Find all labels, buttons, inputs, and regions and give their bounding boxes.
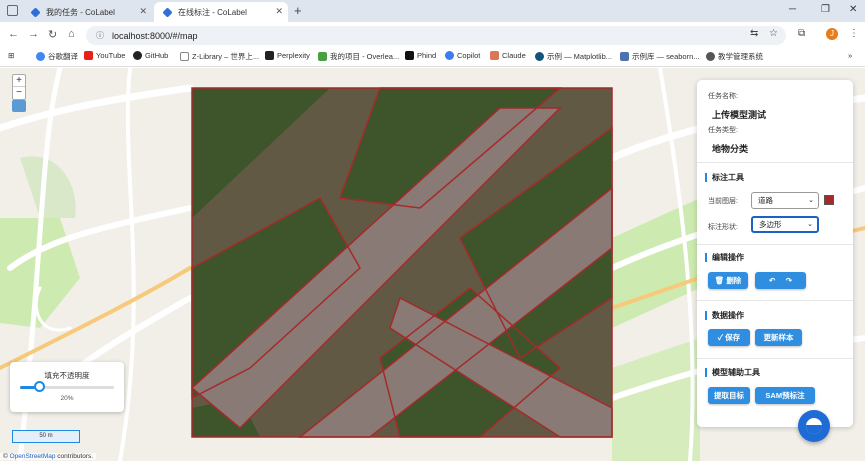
bookmark-item[interactable]: Z-Library – 世界上... [180,51,259,62]
task-name-label: 任务名称: [708,93,738,100]
close-window-icon[interactable]: ✕ [849,4,857,15]
bookmark-item[interactable]: 示例 — Matplotlib... [535,51,612,62]
tab-search-icon[interactable] [7,5,18,16]
tab-label: 我的任务 - CoLabel [46,7,115,17]
chevron-down-icon: ⌄ [808,197,814,204]
back-icon[interactable]: ← [8,28,19,40]
bookmark-item[interactable]: GitHub [133,51,168,60]
tools-title: 标注工具 [705,173,744,182]
osm-link[interactable]: OpenStreetMap [10,453,56,460]
layer-select[interactable]: 道路 ⌄ [751,192,819,209]
task-name: 上传模型测试 [712,110,767,120]
colabel-favicon-icon [162,7,173,18]
more-bookmarks-icon[interactable]: » [848,51,852,60]
redo-icon[interactable]: ↷ [786,276,792,285]
divider [697,244,853,245]
bookmarks-bar: ⊞ 谷歌翻译 YouTube GitHub Z-Library – 世界上...… [0,48,865,67]
zlibrary-icon [180,52,189,61]
bookmark-item[interactable]: Perplexity [265,51,310,60]
close-tab-icon[interactable]: ✕ [139,6,147,17]
draw-tool-icon[interactable] [12,100,26,112]
profile-avatar[interactable]: J [826,28,838,40]
close-tab-icon[interactable]: ✕ [275,6,283,17]
scale-bar: 50 m [12,430,80,443]
bookmark-item[interactable]: 教学管理系统 [706,51,763,62]
sam-preannotate-button[interactable]: SAM预标注 [755,387,815,404]
annotation-panel: 任务名称: 上传模型测试 任务类型: 地物分类 标注工具 当前图层: 道路 ⌄ 标… [697,80,853,427]
layer-select-value: 道路 [758,196,773,205]
data-title: 数据操作 [705,311,744,320]
tab-label: 在线标注 - CoLabel [178,7,247,17]
minimize-icon[interactable]: ─ [789,4,796,15]
school-icon [706,52,715,61]
tab-my-tasks[interactable]: 我的任务 - CoLabel ✕ [22,2,152,22]
check-icon: ✓ [717,333,724,342]
address-bar[interactable]: ⓘ localhost:8000/#/map [86,26,786,45]
bookmark-item[interactable]: 示例库 — seaborn... [620,51,700,62]
phind-icon [405,51,414,60]
opacity-slider-handle[interactable] [33,381,45,392]
bookmark-item[interactable]: 我的项目 - Overlea... [318,51,399,62]
copilot-icon [445,51,454,60]
bookmark-item[interactable]: 谷歌翻译 [36,51,78,62]
reload-icon[interactable]: ↻ [48,28,57,41]
floating-action-button[interactable] [798,410,830,442]
extensions-icon[interactable]: ⧉ [798,28,805,39]
colabel-favicon-icon [30,7,41,18]
apps-icon[interactable]: ⊞ [8,51,14,60]
assistant-icon [806,418,822,434]
forward-icon[interactable]: → [28,28,39,40]
perplexity-icon [265,51,274,60]
tab-online-annotation[interactable]: 在线标注 - CoLabel ✕ [154,2,288,22]
chevron-down-icon: ⌄ [807,221,813,228]
delete-button[interactable]: 🗑 删除 [708,272,748,289]
new-tab-icon[interactable]: + [294,3,302,18]
bookmark-item[interactable]: Copilot [445,51,480,60]
opacity-value: 20% [60,395,74,402]
matplotlib-icon [535,52,544,61]
opacity-title: 填充不透明度 [44,371,90,380]
divider [697,300,853,301]
edit-title: 编辑操作 [705,253,744,262]
map-attribution: © OpenStreetMap contributors. [0,453,97,460]
toolbar: ← → ↻ ⌂ ⓘ localhost:8000/#/map ⇆ ☆ ⧉ ⋮ [0,22,865,48]
restore-icon[interactable]: ❐ [821,4,830,15]
home-icon[interactable]: ⌂ [68,28,75,40]
url-text: localhost:8000/#/map [112,30,198,41]
update-sample-button[interactable]: 更新样本 [755,329,802,346]
zoom-out-button[interactable]: − [13,87,25,99]
bookmark-item[interactable]: Phind [405,51,436,60]
tab-strip: 我的任务 - CoLabel ✕ 在线标注 - CoLabel ✕ + ─ ❐ … [0,0,865,22]
zoom-in-button[interactable]: + [13,75,25,87]
bookmark-item[interactable]: Claude [490,51,526,60]
undo-icon[interactable]: ↶ [769,276,775,285]
trash-icon: 🗑 [714,276,725,285]
shape-select-value: 多边形 [759,220,782,229]
menu-icon[interactable]: ⋮ [849,28,859,39]
opacity-control: 填充不透明度 20% [10,362,124,412]
github-icon [133,51,142,60]
save-button[interactable]: ✓ 保存 [708,329,750,346]
bookmark-star-icon[interactable]: ☆ [769,28,778,39]
youtube-icon [84,51,93,60]
overleaf-icon [318,52,327,61]
shape-select[interactable]: 多边形 ⌄ [751,216,819,233]
site-info-icon[interactable]: ⓘ [96,30,104,41]
task-type: 地物分类 [712,144,749,154]
zoom-control: + − [12,74,26,100]
task-type-label: 任务类型: [708,127,738,134]
extract-target-button[interactable]: 提取目标 [708,387,750,404]
divider [697,358,853,359]
seaborn-icon [620,52,629,61]
google-icon [36,52,45,61]
layer-label: 当前图层: [708,198,738,205]
bookmark-item[interactable]: YouTube [84,51,125,60]
shape-label: 标注形状: [708,224,738,231]
assist-title: 模型辅助工具 [705,368,760,377]
divider [697,162,853,163]
claude-icon [490,51,499,60]
translate-icon[interactable]: ⇆ [750,28,758,39]
undo-redo-group: ↶ ↷ [755,272,806,289]
layer-color-swatch[interactable] [824,195,834,205]
